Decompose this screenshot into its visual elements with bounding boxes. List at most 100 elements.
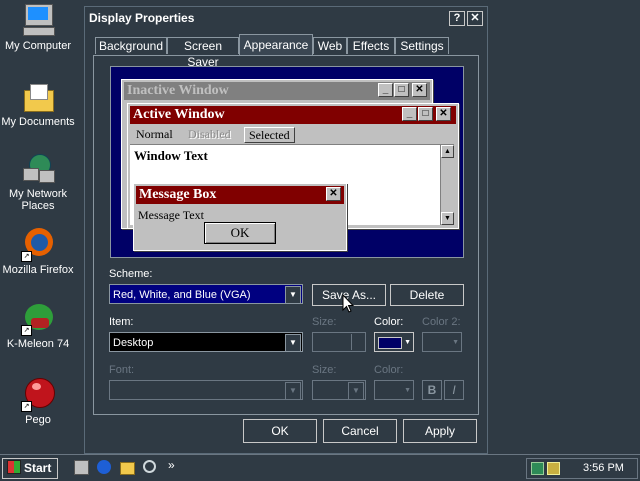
- shortcut-arrow-icon: ↗: [21, 401, 32, 412]
- item-size-spinner[interactable]: [312, 332, 366, 352]
- preview-msgbox-text: Message Text: [138, 208, 204, 222]
- chevron-down-icon[interactable]: ▼: [285, 286, 301, 304]
- bold-button[interactable]: B: [422, 380, 442, 400]
- scheme-label: Scheme:: [109, 268, 153, 280]
- delete-button[interactable]: Delete: [390, 284, 464, 306]
- scheme-preview[interactable]: Inactive Window _ □ ✕ Active Window _ □ …: [110, 66, 464, 258]
- shortcut-arrow-icon: ↗: [21, 251, 32, 262]
- chevron-down-icon[interactable]: ▼: [285, 382, 301, 400]
- italic-button[interactable]: I: [444, 380, 464, 400]
- minimize-icon: _: [402, 107, 417, 121]
- apply-button[interactable]: Apply: [403, 419, 477, 443]
- tab-background[interactable]: Background: [95, 37, 167, 54]
- font-select[interactable]: ▼: [109, 380, 303, 400]
- cancel-button[interactable]: Cancel: [323, 419, 397, 443]
- item-color2-button[interactable]: ▼: [422, 332, 462, 352]
- more-chevron-icon[interactable]: »: [168, 458, 175, 472]
- preview-msgbox-ok-button: OK: [204, 222, 276, 244]
- preview-scrollbar: ▲ ▼: [440, 145, 454, 225]
- scroll-down-icon: ▼: [441, 212, 454, 225]
- preview-window-text: Window Text: [134, 148, 208, 163]
- preview-menu-normal: Normal: [136, 127, 173, 141]
- tab-screen-saver[interactable]: Screen Saver: [167, 37, 239, 69]
- desktop-icon-label: My Computer: [4, 40, 72, 52]
- desktop-icon-label: My Network Places: [8, 188, 68, 212]
- desktop-icon-k-meleon[interactable]: ↗ K-Meleon 74: [0, 302, 76, 350]
- font-size-select[interactable]: ▼: [312, 380, 366, 400]
- folder-icon[interactable]: [120, 462, 135, 475]
- tab-web[interactable]: Web: [313, 37, 347, 54]
- scheme-select[interactable]: Red, White, and Blue (VGA) ▼: [109, 284, 303, 304]
- close-icon: ✕: [326, 187, 341, 201]
- firefox-icon: ↗: [21, 228, 55, 262]
- item-label: Item:: [109, 316, 134, 328]
- minimize-icon: _: [378, 83, 393, 97]
- desktop-icon-my-documents[interactable]: My Documents: [0, 80, 76, 128]
- taskbar: Start » 3:56 PM: [0, 454, 640, 481]
- clock[interactable]: 3:56 PM: [583, 459, 624, 478]
- appearance-panel: Inactive Window _ □ ✕ Active Window _ □ …: [93, 55, 479, 415]
- display-properties-dialog: Display Properties ? ✕ Background Screen…: [84, 6, 488, 454]
- desktop-icon-label: Mozilla Firefox: [2, 264, 74, 276]
- item-size-label: Size:: [312, 316, 337, 328]
- help-button[interactable]: ?: [449, 11, 465, 26]
- item-color-button[interactable]: ▼: [374, 332, 414, 352]
- preview-menubar: Normal Disabled Selected: [130, 126, 454, 143]
- desktop-icon-label: My Documents: [1, 116, 75, 128]
- volume-tray-icon[interactable]: [547, 462, 560, 475]
- maximize-icon: □: [418, 107, 433, 121]
- spin-arrows-icon: [351, 334, 364, 350]
- font-size-label: Size:: [312, 364, 337, 376]
- item-select-value: Desktop: [113, 337, 154, 349]
- chevron-down-icon[interactable]: ▼: [348, 382, 364, 400]
- close-icon: ✕: [412, 83, 427, 97]
- network-tray-icon[interactable]: [531, 462, 544, 475]
- desktop-icon-my-network-places[interactable]: My Network Places: [0, 152, 76, 212]
- chevron-down-icon[interactable]: ▼: [285, 334, 301, 352]
- item-color-swatch: [378, 337, 402, 349]
- internet-explorer-icon[interactable]: [97, 460, 111, 474]
- shortcut-arrow-icon: ↗: [21, 325, 32, 336]
- windows-logo-icon: [7, 460, 21, 474]
- network-icon: [21, 152, 55, 186]
- tab-settings[interactable]: Settings: [395, 37, 449, 54]
- k-meleon-icon: ↗: [21, 302, 55, 336]
- desktop-icon-mozilla-firefox[interactable]: ↗ Mozilla Firefox: [0, 228, 76, 276]
- system-tray: 3:56 PM: [526, 458, 638, 479]
- font-color-label: Color:: [374, 364, 404, 376]
- dialog-title: Display Properties: [89, 11, 195, 25]
- preview-msgbox-title: Message Box: [139, 187, 217, 202]
- desktop-icon-label: K-Meleon 74: [6, 338, 70, 350]
- font-label: Font:: [109, 364, 135, 376]
- scheme-select-value: Red, White, and Blue (VGA): [113, 289, 251, 301]
- dialog-titlebar[interactable]: Display Properties ? ✕: [87, 9, 485, 27]
- font-color-button[interactable]: ▼: [374, 380, 414, 400]
- desktop-icon-label: Pego: [25, 414, 51, 426]
- show-desktop-icon[interactable]: [74, 460, 89, 475]
- chevron-down-icon: ▼: [404, 387, 411, 394]
- maximize-icon: □: [394, 83, 409, 97]
- pego-icon: ↗: [21, 378, 55, 412]
- computer-icon: [21, 4, 55, 38]
- close-icon: ✕: [436, 107, 451, 121]
- tab-appearance[interactable]: Appearance: [239, 34, 313, 55]
- desktop-icon-pego[interactable]: ↗ Pego: [0, 378, 76, 426]
- preview-menu-selected: Selected: [244, 127, 295, 143]
- preview-msgbox-titlebar: Message Box: [136, 186, 344, 204]
- desktop-icon-my-computer[interactable]: My Computer: [0, 4, 76, 52]
- chevron-down-icon: ▼: [452, 339, 459, 346]
- preview-active-title: Active Window: [133, 107, 225, 122]
- ok-button[interactable]: OK: [243, 419, 317, 443]
- preview-menu-disabled: Disabled: [188, 127, 231, 141]
- start-button[interactable]: Start: [2, 458, 58, 479]
- chevron-down-icon: ▼: [404, 339, 411, 346]
- search-icon[interactable]: [143, 460, 156, 473]
- item-select[interactable]: Desktop ▼: [109, 332, 303, 352]
- folder-documents-icon: [21, 80, 55, 114]
- item-color2-label: Color 2:: [422, 316, 461, 328]
- preview-inactive-title: Inactive Window: [127, 83, 229, 98]
- mouse-cursor-icon: [342, 294, 354, 313]
- tab-effects[interactable]: Effects: [347, 37, 395, 54]
- scroll-up-icon: ▲: [441, 145, 454, 158]
- close-button[interactable]: ✕: [467, 11, 483, 26]
